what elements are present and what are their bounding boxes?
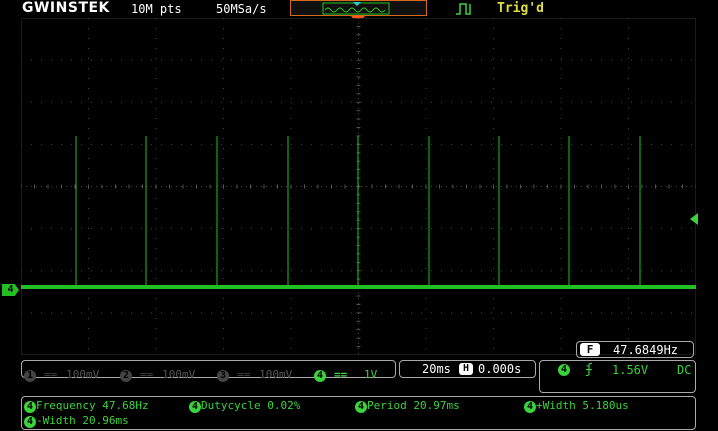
waveform-display[interactable] bbox=[21, 18, 696, 355]
trigger-coupling: DC bbox=[677, 363, 692, 377]
measurement-item: 4 Period 20.97ms bbox=[355, 399, 460, 413]
channel-scale-value: 100mV bbox=[162, 368, 196, 381]
memory-window[interactable] bbox=[290, 0, 427, 16]
coupling-icon: == bbox=[334, 368, 348, 381]
trigger-status: Trig'd bbox=[497, 1, 544, 16]
coupling-icon: == bbox=[237, 368, 251, 381]
measurement-channel: 4 bbox=[24, 416, 36, 428]
measurement-channel: 4 bbox=[524, 401, 536, 413]
coupling-icon: == bbox=[140, 368, 154, 381]
channel-number: 2 bbox=[120, 370, 132, 382]
trigger-source: 4 bbox=[558, 364, 570, 376]
channel-number: 1 bbox=[24, 370, 36, 382]
measurement-item: 4 Frequency 47.68Hz bbox=[24, 399, 149, 413]
trigger-info-box[interactable]: 4 ʄ 1.56V DC bbox=[539, 360, 696, 393]
channel-2-scale[interactable]: 2 == 100mV bbox=[120, 363, 195, 382]
measurement-item: 4 -Width 20.96ms bbox=[24, 414, 129, 428]
timebase-scale: 20ms bbox=[422, 362, 451, 376]
measurement-text: Frequency 47.68Hz bbox=[36, 399, 149, 412]
measurement-panel: 4 Frequency 47.68Hz 4 Dutycycle 0.02% 4 Perio… bbox=[21, 396, 696, 430]
trigger-level-marker[interactable] bbox=[690, 213, 698, 225]
channel-scale-bar: 1 == 100mV 2 == 100mV 3 == 100mV 4 == 1V bbox=[21, 360, 396, 382]
measurement-text: Dutycycle 0.02% bbox=[201, 399, 301, 412]
trigger-edge-icon bbox=[456, 3, 471, 15]
record-length: 10M pts bbox=[131, 2, 182, 16]
measurement-item: 4 +Width 5.180us bbox=[524, 399, 629, 413]
measurement-item: 4 Dutycycle 0.02% bbox=[189, 399, 300, 413]
channel-scale-value: 1V bbox=[364, 368, 378, 381]
horizontal-icon: H bbox=[459, 363, 473, 375]
sample-rate: 50MSa/s bbox=[216, 2, 267, 16]
trigger-slope-icon: ʄ bbox=[585, 362, 593, 377]
measurement-text: +Width 5.180us bbox=[536, 399, 629, 412]
timebase-box[interactable]: 20ms H 0.000s bbox=[399, 360, 536, 378]
measurement-channel: 4 bbox=[24, 401, 36, 413]
measurement-channel: 4 bbox=[355, 401, 367, 413]
frequency-counter: F 47.6849Hz bbox=[576, 341, 694, 358]
measurement-text: Period 20.97ms bbox=[367, 399, 460, 412]
channel-scale-value: 100mV bbox=[66, 368, 100, 381]
coupling-icon: == bbox=[44, 368, 58, 381]
channel-3-scale[interactable]: 3 == 100mV bbox=[217, 363, 292, 382]
timebase-position: 0.000s bbox=[478, 362, 522, 376]
counter-label: F bbox=[580, 343, 600, 356]
counter-value: 47.6849Hz bbox=[613, 343, 679, 357]
trigger-level: 1.56V bbox=[612, 363, 649, 377]
memory-waveform-icon bbox=[322, 2, 390, 15]
measurement-channel: 4 bbox=[189, 401, 201, 413]
measurement-text: -Width 20.96ms bbox=[36, 414, 129, 427]
brand-logo: GWINSTEK bbox=[22, 0, 110, 16]
channel-number: 3 bbox=[217, 370, 229, 382]
channel-number: 4 bbox=[314, 370, 326, 382]
ch4-ground-marker[interactable]: 4 bbox=[2, 284, 19, 296]
channel-1-scale[interactable]: 1 == 100mV bbox=[24, 363, 99, 382]
channel-scale-value: 100mV bbox=[259, 368, 293, 381]
channel-4-scale[interactable]: 4 == 1V bbox=[314, 363, 377, 382]
